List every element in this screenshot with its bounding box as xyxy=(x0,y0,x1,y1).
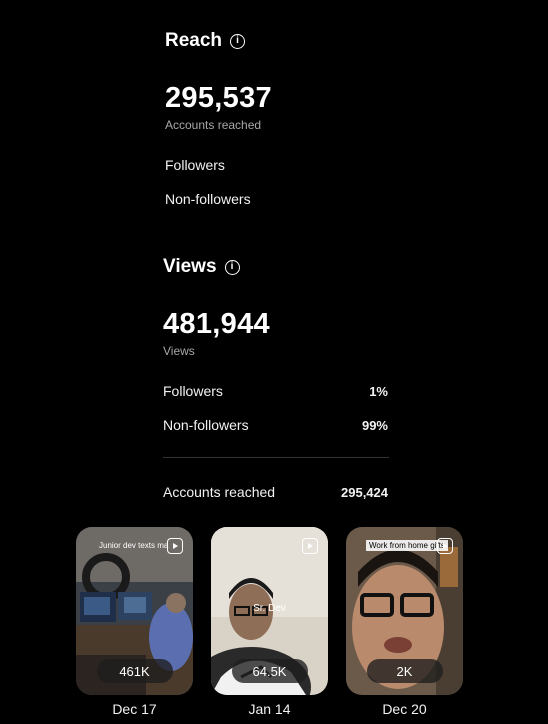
reel-view-count: 461K xyxy=(96,659,173,683)
reel-thumbnail[interactable]: Work from home gifts 2K xyxy=(346,527,463,695)
reach-title: Reach xyxy=(165,30,223,51)
views-nonfollowers-value: 99% xyxy=(361,418,388,433)
views-total-label: Views xyxy=(163,344,195,358)
info-icon[interactable]: i xyxy=(224,259,240,275)
accounts-reached-label: Accounts reached xyxy=(163,484,276,500)
accounts-reached-value: 295,424 xyxy=(341,485,388,500)
reel-thumbnail[interactable]: Junior dev texts ma 461K xyxy=(76,527,193,695)
views-header: Views i xyxy=(163,256,240,278)
reach-followers-label: Followers xyxy=(165,157,225,173)
reels-icon xyxy=(437,538,453,554)
reach-nonfollowers-label: Non-followers xyxy=(165,191,251,207)
reel-date: Jan 14 xyxy=(248,701,291,717)
reels-icon xyxy=(167,538,183,554)
reel-date: Dec 20 xyxy=(382,701,427,717)
reel-caption: Sr. Dev xyxy=(253,603,286,614)
reach-header: Reach i xyxy=(165,30,246,52)
reel-date: Dec 17 xyxy=(112,701,157,717)
reels-icon xyxy=(302,538,318,554)
views-total: 481,944 xyxy=(163,308,270,340)
views-followers-value: 1% xyxy=(369,384,388,399)
reel-caption: Work from home gifts xyxy=(366,540,448,551)
views-nonfollowers-label: Non-followers xyxy=(163,417,249,433)
reel-view-count: 2K xyxy=(366,659,443,683)
views-followers-label: Followers xyxy=(163,383,223,399)
reel-caption: Junior dev texts ma xyxy=(99,541,169,550)
info-icon[interactable]: i xyxy=(230,33,246,49)
reel-thumbnail[interactable]: Sr. Dev 64.5K xyxy=(211,527,328,695)
reel-view-count: 64.5K xyxy=(231,659,308,683)
divider xyxy=(163,457,389,458)
views-title: Views xyxy=(163,256,217,277)
reach-total-label: Accounts reached xyxy=(165,118,262,132)
reach-total: 295,537 xyxy=(165,82,272,114)
